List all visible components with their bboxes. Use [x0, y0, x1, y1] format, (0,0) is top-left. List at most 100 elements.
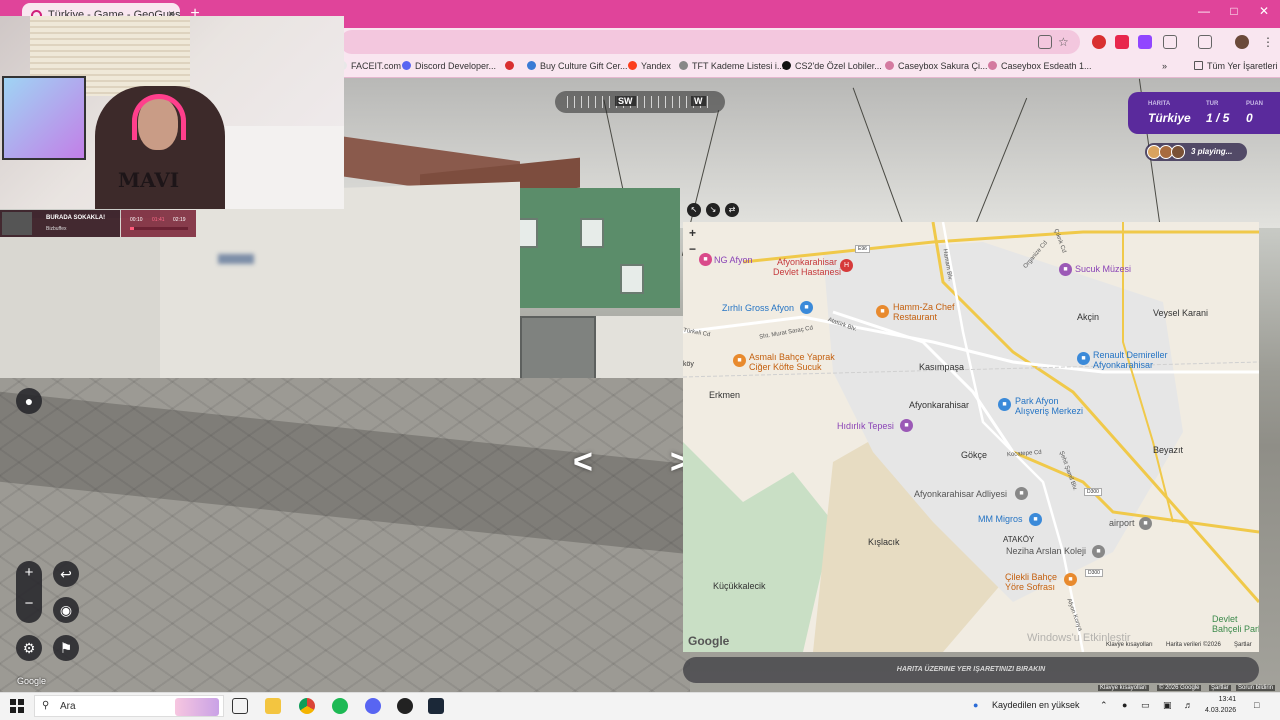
display-icon[interactable]: ▭: [1141, 700, 1150, 711]
compass-w: W: [691, 96, 706, 106]
map-label-asmali[interactable]: Asmalı Bahçe Yaprak Ciğer Köfte Sucuk: [749, 352, 835, 372]
car-dealer-pin-icon[interactable]: ■: [1077, 352, 1090, 365]
menu-kebab-icon[interactable]: ⋮: [1262, 35, 1276, 49]
map-terms[interactable]: Şartlar: [1234, 642, 1252, 648]
notifications-icon[interactable]: □: [1254, 700, 1259, 710]
taskbar-clock[interactable]: 13:41 4.03.2026: [1205, 694, 1236, 716]
map-keyboard-shortcuts[interactable]: Klavye kısayolları: [1106, 642, 1153, 648]
map-label-cilekli[interactable]: Çilekli Bahçe Yöre Sofrası: [1005, 572, 1057, 592]
map-shrink-icon[interactable]: ↘: [706, 203, 720, 217]
mall-pin-icon[interactable]: ■: [998, 398, 1011, 411]
bookmarks-more-icon[interactable]: »: [1162, 61, 1167, 71]
map-zoom-in-button[interactable]: +: [689, 226, 696, 240]
sidebar-icon[interactable]: [1198, 35, 1212, 49]
bookmark-label: Buy Culture Gift Cer...: [540, 61, 628, 71]
extensions-puzzle-icon[interactable]: [1163, 35, 1177, 49]
map-label-migros[interactable]: MM Migros: [978, 514, 1023, 524]
task-view-icon[interactable]: [232, 698, 248, 714]
bookmark-item[interactable]: CS2'de Özel Lobiler...: [782, 61, 882, 71]
footer-terms[interactable]: Şartlar: [1209, 685, 1231, 691]
players-indicator[interactable]: 3 playing...: [1145, 143, 1247, 161]
address-bar[interactable]: [340, 30, 1080, 54]
discord-icon[interactable]: [365, 698, 381, 714]
microphone-icon[interactable]: ●: [1122, 700, 1127, 710]
museum-pin-icon[interactable]: ■: [1059, 263, 1072, 276]
shop-pin-icon[interactable]: ■: [800, 301, 813, 314]
minimize-window-icon[interactable]: —: [1190, 4, 1218, 18]
obs-icon[interactable]: [397, 698, 413, 714]
return-to-start-button[interactable]: ◉: [53, 597, 79, 623]
map-label-hidirlik[interactable]: Hıdırlık Tepesi: [837, 421, 894, 431]
school-pin-icon[interactable]: ■: [1092, 545, 1105, 558]
map-label-zirhli[interactable]: Zırhlı Gross Afyon: [722, 303, 794, 313]
spotify-icon[interactable]: [332, 698, 348, 714]
bookmark-star-icon[interactable]: ☆: [1058, 35, 1072, 49]
hospital-pin-icon[interactable]: H: [840, 259, 853, 272]
courthouse-pin-icon[interactable]: ■: [1015, 487, 1028, 500]
extension-twitch-icon[interactable]: [1138, 35, 1152, 49]
bookmark-item[interactable]: [505, 61, 518, 71]
map-label-airport[interactable]: airport: [1109, 518, 1135, 528]
album-art: [2, 212, 32, 235]
settings-button[interactable]: ⚙: [16, 635, 42, 661]
map-label-park[interactable]: Park Afyon Alışveriş Merkezi: [1015, 396, 1083, 416]
bookmark-item[interactable]: Discord Developer...: [402, 61, 496, 71]
bookmark-item[interactable]: Buy Culture Gift Cer...: [527, 61, 628, 71]
bookmark-item[interactable]: Caseybox Esdeath 1...: [988, 61, 1092, 71]
restaurant-pin-icon[interactable]: ■: [876, 305, 889, 318]
bookmark-item[interactable]: FACEIT.com: [338, 61, 401, 71]
place-guess-button[interactable]: HARITA ÜZERINE YER IŞARETINIZI BIRAKIN: [683, 657, 1259, 683]
weather-text[interactable]: Kaydedilen en yüksek: [992, 700, 1080, 710]
map-label-renault[interactable]: Renault Demireller Afyonkarahisar: [1093, 350, 1168, 370]
network-icon[interactable]: ▣: [1163, 700, 1172, 711]
zoom-out-button[interactable]: −: [16, 595, 42, 612]
undo-move-button[interactable]: ↩: [53, 561, 79, 587]
map-label-sucuk[interactable]: Sucuk Müzesi: [1075, 264, 1131, 274]
extension-adblock-icon[interactable]: [1092, 35, 1106, 49]
location-pin-button[interactable]: ●: [16, 388, 42, 414]
all-bookmarks-folder[interactable]: Tüm Yer İşaretleri: [1194, 61, 1278, 71]
supermarket-pin-icon[interactable]: ■: [1029, 513, 1042, 526]
footer-report[interactable]: Sorun bildirin: [1236, 685, 1276, 691]
zoom-in-button[interactable]: +: [16, 564, 42, 581]
extension-tp-icon[interactable]: [1115, 35, 1129, 49]
restaurant-pin-icon[interactable]: ■: [733, 354, 746, 367]
map-pin-icon[interactable]: ⇄: [725, 203, 739, 217]
close-window-icon[interactable]: ✕: [1250, 4, 1278, 18]
chrome-icon[interactable]: [299, 698, 315, 714]
taskbar-search[interactable]: ⚲ Ara: [34, 695, 224, 717]
windows-start-icon[interactable]: [10, 699, 24, 713]
footer-shortcuts[interactable]: Klavye kısayolları: [1098, 685, 1149, 691]
volume-icon[interactable]: ♬: [1184, 700, 1193, 710]
restaurant-pin-icon[interactable]: ■: [1064, 573, 1077, 586]
map-label-ng-afyon[interactable]: NG Afyon: [714, 255, 753, 265]
map-label-hamm[interactable]: Hamm-Za Chef Restaurant: [893, 302, 955, 322]
headset: [132, 94, 186, 140]
bookmark-item[interactable]: Caseybox Sakura Çi...: [885, 61, 988, 71]
file-explorer-icon[interactable]: [265, 698, 281, 714]
shopping-pin-icon[interactable]: ■: [699, 253, 712, 266]
maximize-window-icon[interactable]: □: [1220, 4, 1248, 18]
clock-date: 4.03.2026: [1205, 707, 1237, 714]
map-label-adliye[interactable]: Afyonkarahisar Adliyesi: [914, 489, 1007, 499]
airport-pin-icon[interactable]: ■: [1139, 517, 1152, 530]
map-zoom-out-button[interactable]: −: [689, 242, 696, 256]
time-total: 02:19: [173, 217, 186, 223]
bookmark-item[interactable]: Yandex: [628, 61, 671, 71]
move-arrow-icon[interactable]: <: [573, 443, 593, 482]
map-label-hospital[interactable]: Afyonkarahisar Devlet Hastanesi: [773, 257, 841, 277]
bookmark-item[interactable]: TFT Kademe Listesi i...: [679, 61, 784, 71]
map-expand-icon[interactable]: ↖: [687, 203, 701, 217]
profile-avatar[interactable]: [1235, 35, 1249, 49]
landmark-pin-icon[interactable]: ■: [900, 419, 913, 432]
blurred-sign: [218, 254, 254, 264]
map-label-devlet-bahceli[interactable]: Devlet Bahçeli Parkı: [1212, 614, 1259, 634]
cast-icon[interactable]: [1038, 35, 1052, 49]
guess-map[interactable]: + − ■ NG Afyon H Afyonkarahisar Devlet H…: [683, 222, 1259, 652]
map-label-neziha[interactable]: Neziha Arslan Koleji: [1006, 546, 1086, 556]
flag-button[interactable]: ⚑: [53, 635, 79, 661]
bookmark-label: CS2'de Özel Lobiler...: [795, 61, 882, 71]
thermometer-icon[interactable]: ●: [973, 700, 978, 710]
steam-icon[interactable]: [428, 698, 444, 714]
tray-expand-icon[interactable]: ⌃: [1100, 700, 1108, 711]
